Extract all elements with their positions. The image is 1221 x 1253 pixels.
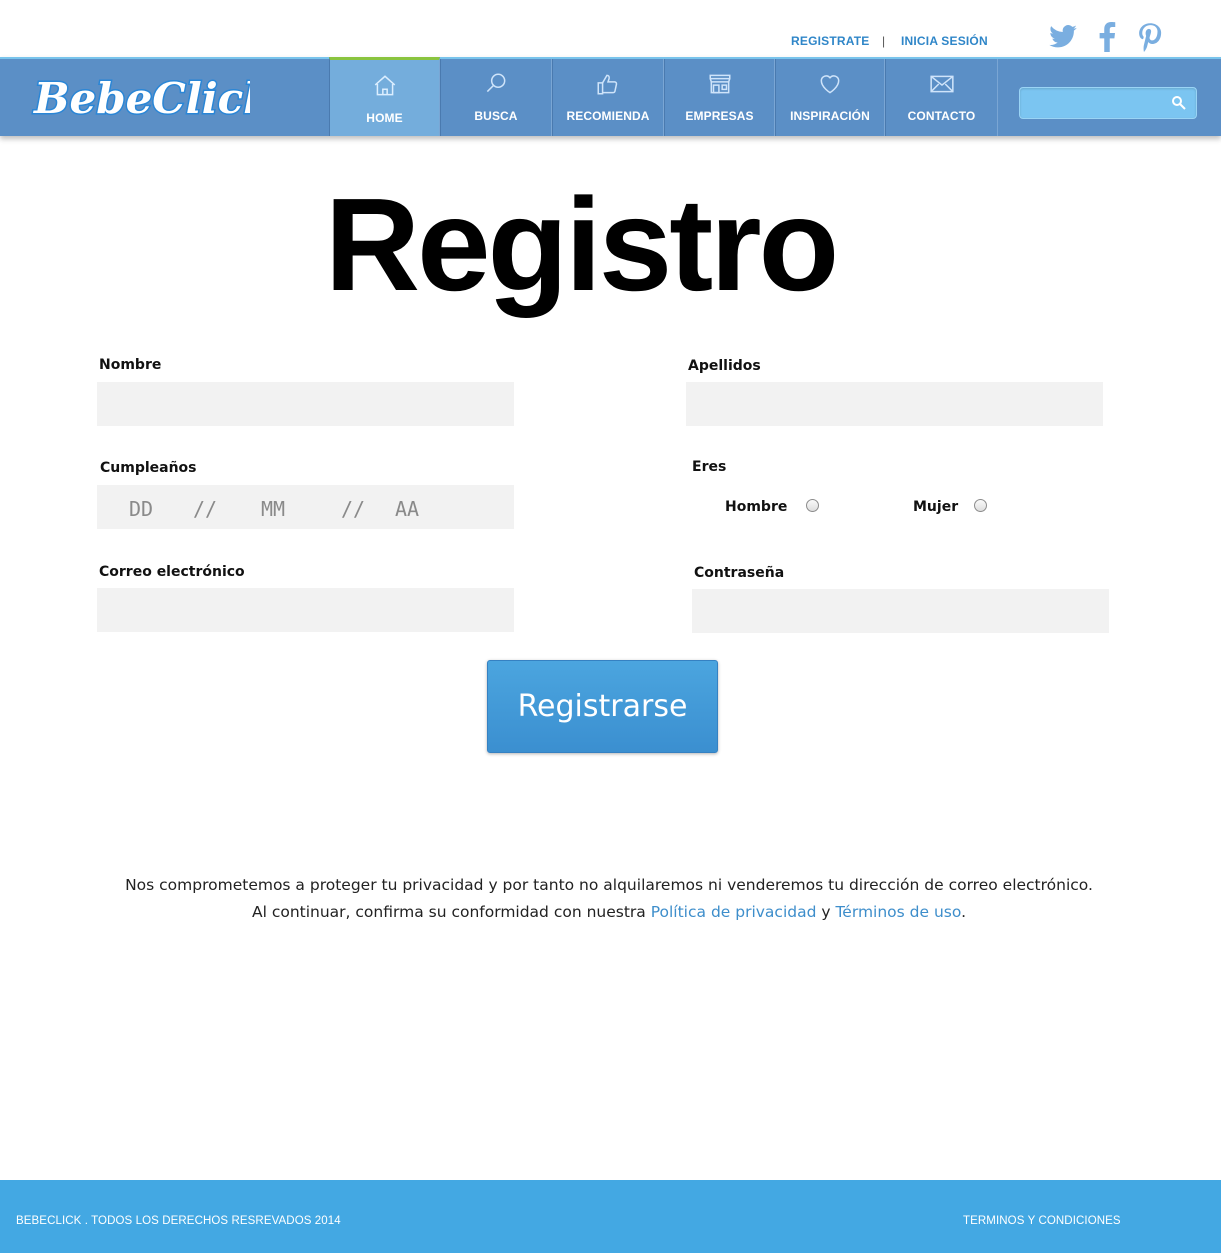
email-label: Correo electrónico [99, 564, 245, 580]
nav-label-busca: BUSCA [474, 109, 518, 123]
envelope-icon [929, 75, 954, 93]
cumpleanos-label: Cumpleaños [100, 460, 197, 476]
day-placeholder[interactable]: DD [129, 497, 153, 521]
facebook-icon[interactable] [1092, 22, 1122, 52]
footer-terms-link[interactable]: TERMINOS Y CONDICIONES [963, 1215, 1121, 1227]
date-separator: // [341, 497, 366, 521]
privacy-notice: Nos comprometemos a proteger tu privacid… [0, 872, 1218, 926]
nav-item-contacto[interactable]: CONTACTO [885, 59, 998, 136]
email-input[interactable] [97, 588, 514, 632]
footer-copyright: BEBECLICK . TODOS LOS DERECHOS RESREVADO… [16, 1215, 341, 1227]
privacy-prefix: Al continuar, confirma su conformidad co… [251, 903, 651, 921]
magnifier-icon[interactable] [1171, 95, 1187, 111]
nav-search-box [1019, 87, 1197, 119]
nombre-field-box [97, 382, 514, 426]
password-label: Contraseña [694, 565, 785, 581]
apellidos-input[interactable] [686, 382, 1103, 426]
footer: BEBECLICK . TODOS LOS DERECHOS RESREVADO… [0, 1180, 1221, 1253]
mujer-radio[interactable] [974, 499, 987, 512]
pinterest-icon[interactable] [1135, 22, 1165, 52]
store-icon [708, 74, 731, 94]
main-navbar: BebeClick HOME BUSCA RECOMIENDA EMPRESAS… [0, 57, 1221, 136]
register-button[interactable]: Registrarse [487, 660, 718, 753]
nav-item-home[interactable]: HOME [329, 57, 440, 136]
thumbs-up-icon [597, 74, 618, 95]
hombre-radio[interactable] [806, 499, 819, 512]
heart-icon [820, 75, 840, 94]
nav-label-recomienda: RECOMIENDA [566, 109, 650, 123]
year-placeholder[interactable]: AA [395, 497, 419, 521]
bebeclick-logo[interactable]: BebeClick [30, 68, 251, 128]
twitter-icon[interactable] [1048, 22, 1078, 52]
nav-label-empresas: EMPRESAS [685, 109, 754, 123]
password-input[interactable] [692, 589, 1109, 633]
top-separator: | [882, 34, 886, 48]
nombre-label: Nombre [99, 357, 162, 373]
login-link[interactable]: INICIA SESIÓN [901, 34, 988, 48]
date-separator: // [193, 497, 218, 521]
privacy-line-2: Al continuar, confirma su conformidad co… [0, 899, 1218, 926]
birthday-field[interactable]: DD // MM // AA [97, 485, 514, 529]
apellidos-field-box [686, 382, 1103, 426]
nav-label-home: HOME [366, 111, 403, 125]
nombre-input[interactable] [97, 382, 514, 426]
privacy-line-1: Nos comprometemos a proteger tu privacid… [125, 876, 1093, 894]
nav-search-input[interactable] [1026, 92, 1166, 114]
mujer-label: Mujer [913, 499, 959, 515]
nav-label-contacto: CONTACTO [907, 109, 976, 123]
privacy-period: . [961, 903, 967, 921]
password-field-box [692, 589, 1109, 633]
apellidos-label: Apellidos [688, 358, 761, 374]
privacy-policy-link[interactable]: Política de privacidad [651, 903, 817, 921]
privacy-conjunction: y [816, 903, 836, 921]
eres-label: Eres [692, 459, 727, 475]
nav-label-inspiracion: INSPIRACIÓN [790, 109, 870, 123]
brand-text: BebeClick [33, 74, 250, 123]
nav-item-inspiracion[interactable]: INSPIRACIÓN [775, 59, 885, 136]
nav-item-busca[interactable]: BUSCA [440, 59, 552, 136]
nav-item-empresas[interactable]: EMPRESAS [664, 59, 775, 136]
home-icon [374, 75, 395, 96]
terms-of-use-link[interactable]: Términos de uso [835, 903, 961, 921]
page-title: Registro [324, 171, 839, 318]
register-link[interactable]: REGISTRATE [791, 34, 869, 48]
hombre-label: Hombre [725, 499, 788, 515]
nav-item-recomienda[interactable]: RECOMIENDA [552, 59, 664, 136]
top-utility-bar: REGISTRATE | INICIA SESIÓN [0, 0, 1221, 57]
month-placeholder[interactable]: MM [261, 497, 285, 521]
email-field-box [97, 588, 514, 632]
search-icon [486, 73, 506, 93]
